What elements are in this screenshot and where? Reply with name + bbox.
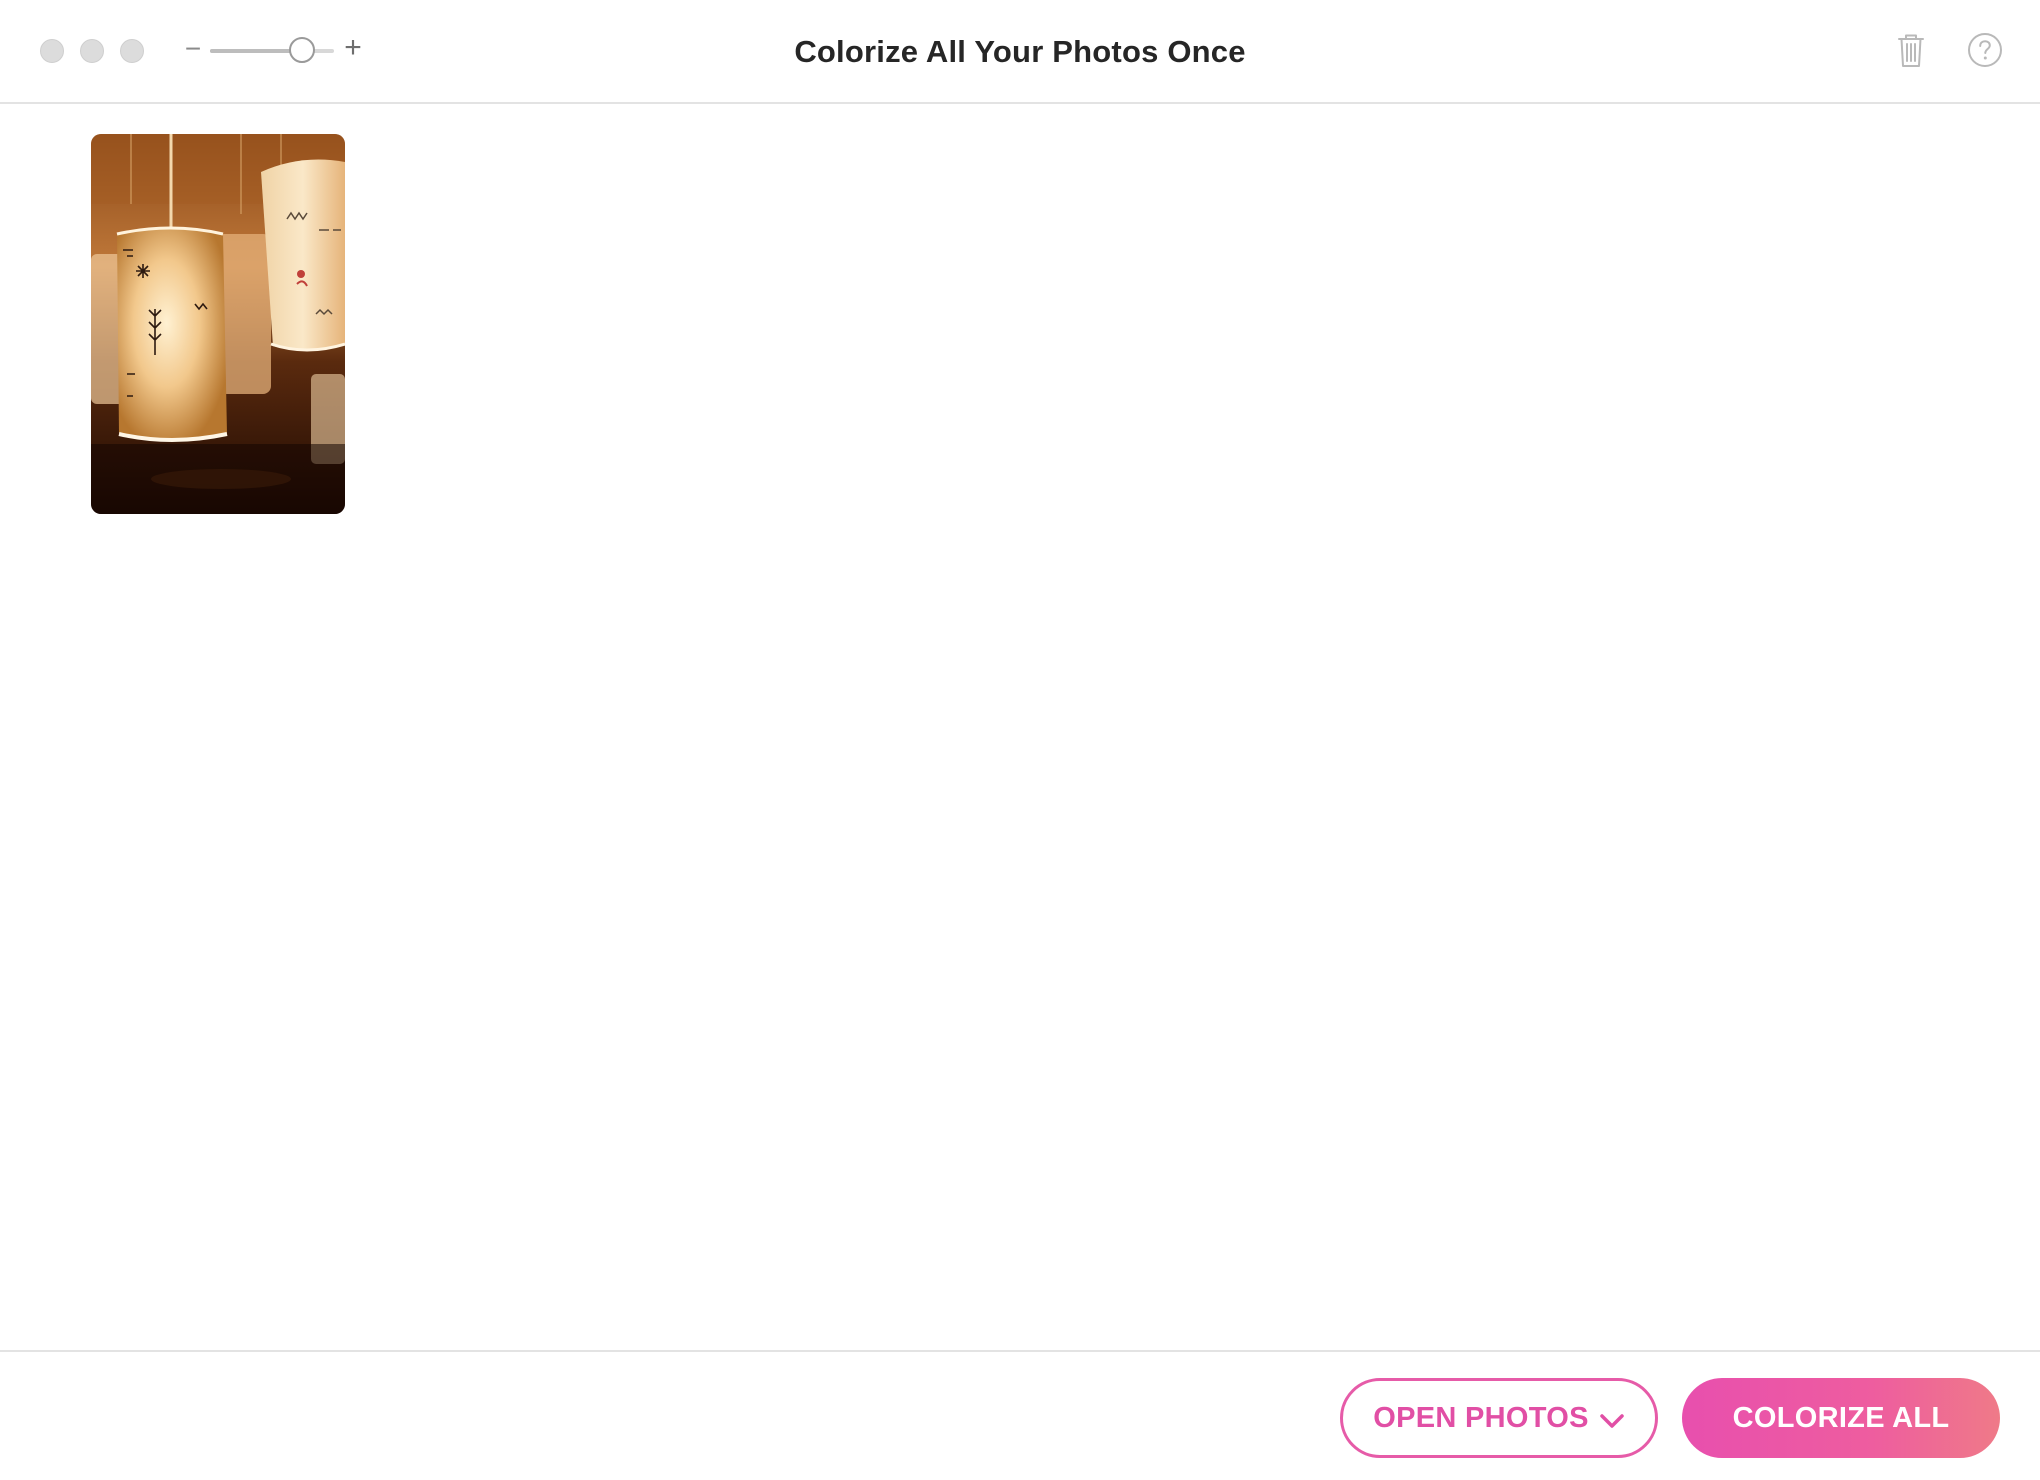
app-window: − + Colorize All Your Photos Once OPEN P… (0, 0, 2040, 1480)
footer-bar: OPEN PHOTOS COLORIZE ALL (0, 1350, 2040, 1480)
colorize-all-label: COLORIZE ALL (1732, 1401, 1950, 1434)
minimize-window-button[interactable] (80, 39, 104, 63)
help-button[interactable] (1965, 30, 2005, 70)
chevron-down-icon (1599, 1405, 1625, 1438)
help-icon (1968, 33, 2002, 67)
photo-thumbnail[interactable] (91, 134, 345, 514)
zoom-out-button[interactable]: − (184, 34, 202, 64)
trash-icon (1898, 34, 1924, 67)
photo-grid (0, 104, 2040, 1350)
zoom-slider[interactable] (210, 37, 334, 63)
colorize-all-button[interactable]: COLORIZE ALL (1682, 1378, 2000, 1458)
close-window-button[interactable] (40, 39, 64, 63)
open-photos-button[interactable]: OPEN PHOTOS (1340, 1378, 1658, 1458)
delete-button[interactable] (1891, 30, 1931, 70)
zoom-in-button[interactable]: + (340, 33, 366, 63)
title-bar: − + Colorize All Your Photos Once (0, 0, 2040, 104)
zoom-slider-thumb[interactable] (288, 37, 315, 63)
zoom-window-button[interactable] (120, 39, 144, 63)
open-photos-label: OPEN PHOTOS (1373, 1401, 1589, 1434)
zoom-slider-fill (210, 49, 302, 53)
window-title: Colorize All Your Photos Once (794, 34, 1246, 69)
lantern-photo-image (91, 134, 345, 514)
